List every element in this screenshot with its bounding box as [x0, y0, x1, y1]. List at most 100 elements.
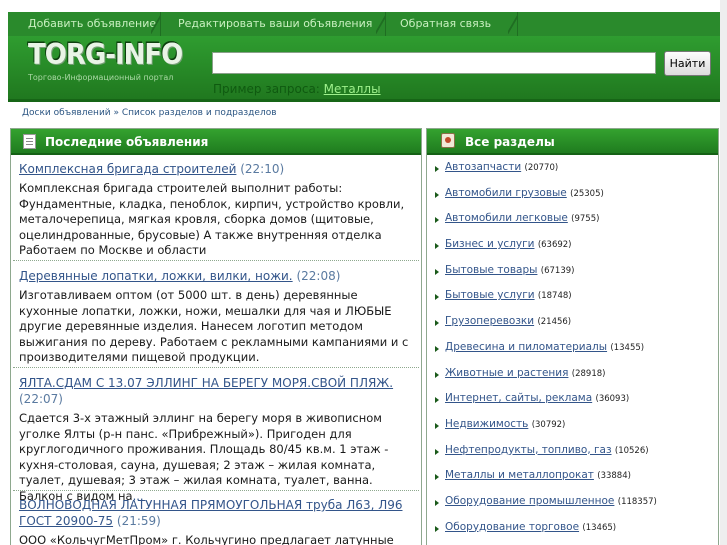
ad-title-link[interactable]: Деревянные лопатки, ложки, вилки, ножи. — [19, 269, 293, 283]
ad-text-body: Сдается 3-х этажный эллинг на берегу мор… — [19, 411, 389, 503]
tab-edit-ads[interactable]: Редактировать ваши объявления — [166, 12, 386, 36]
search-input[interactable] — [212, 52, 656, 74]
section-link[interactable]: Нефтепродукты, топливо, газ — [445, 444, 612, 456]
bullet-arrow-icon — [435, 345, 439, 352]
section-count: (36093) — [595, 394, 630, 405]
section-link[interactable]: Бытовые товары — [445, 264, 537, 276]
tab-feedback[interactable]: Обратная связь — [388, 12, 518, 36]
section-item: Оборудование торговое (13465) — [435, 521, 713, 545]
breadcrumb-current[interactable]: Список разделов и подразделов — [122, 108, 277, 118]
bullet-arrow-icon — [435, 499, 439, 506]
section-item: Автомобили грузовые (25305) — [435, 187, 713, 213]
latest-ads-header: Последние объявления — [11, 129, 421, 155]
section-count: (21456) — [537, 317, 572, 328]
bullet-arrow-icon — [435, 525, 439, 532]
section-item: Животные и растения (28918) — [435, 367, 713, 393]
section-count: (20770) — [524, 163, 559, 173]
section-item: Нефтепродукты, топливо, газ (10526) — [435, 444, 713, 470]
bullet-arrow-icon — [435, 243, 439, 250]
section-link[interactable]: Металлы и металлопрокат — [445, 469, 594, 481]
section-count: (28918) — [571, 368, 606, 379]
bullet-arrow-icon — [435, 191, 439, 198]
ad-item: Деревянные лопатки, ложки, вилки, ножи. … — [19, 268, 415, 366]
catalog-icon — [441, 133, 455, 148]
section-link[interactable]: Животные и растения — [445, 367, 568, 379]
section-link[interactable]: Оборудование торговое — [445, 521, 579, 533]
bullet-arrow-icon — [435, 294, 439, 301]
ad-title-link[interactable]: Комплексная бригада строителей — [19, 162, 236, 176]
search-button[interactable]: Найти — [664, 51, 711, 76]
breadcrumb-home-link[interactable]: Доски объявлений — [22, 108, 111, 118]
section-link[interactable]: Интернет, сайты, реклама — [445, 392, 592, 404]
ad-title-link[interactable]: ВОЛНОВОДНАЯ ЛАТУННАЯ ПРЯМОУГОЛЬНАЯ труба… — [19, 498, 403, 528]
section-item: Автозапчасти (20770) — [435, 161, 713, 187]
search-example-label: Пример запроса: — [213, 82, 320, 96]
latest-ads-panel: Последние объявления Комплексная бригада… — [10, 128, 422, 545]
section-link[interactable]: Грузоперевозки — [445, 315, 534, 327]
ad-separator — [13, 260, 419, 261]
section-link[interactable]: Автомобили грузовые — [445, 187, 567, 199]
section-count: (13465) — [582, 522, 617, 533]
ad-time: (22:10) — [240, 162, 285, 176]
ad-text: Изготавливаем оптом (от 5000 шт. в день)… — [19, 288, 409, 364]
section-item: Металлы и металлопрокат (33884) — [435, 469, 713, 495]
ad-time: (22:08) — [296, 269, 341, 283]
bullet-arrow-icon — [435, 217, 439, 224]
site-header: TORG-INFO Торгово-Информационный портал … — [8, 36, 720, 102]
page-scrollbar[interactable] — [720, 0, 727, 545]
ad-text: Комплексная бригада строителей выполнит … — [19, 181, 405, 257]
logo-subtitle: Торгово-Информационный портал — [28, 73, 174, 82]
section-count: (10526) — [614, 445, 649, 456]
all-sections-title: Все разделы — [465, 135, 555, 149]
breadcrumb-separator: » — [110, 108, 122, 118]
section-item: Бизнес и услуги (63692) — [435, 238, 713, 264]
section-count: (13455) — [610, 342, 645, 353]
site-logo[interactable]: TORG-INFO — [28, 39, 183, 72]
section-count: (25305) — [570, 188, 604, 199]
section-count: (67139) — [540, 265, 575, 276]
bullet-arrow-icon — [435, 474, 439, 481]
breadcrumb: Доски объявлений » Список разделов и под… — [22, 108, 277, 118]
ad-item: ВОЛНОВОДНАЯ ЛАТУННАЯ ПРЯМОУГОЛЬНАЯ труба… — [19, 497, 415, 545]
tab-add-ad[interactable]: Добавить объявление — [16, 12, 161, 36]
ad-item: Комплексная бригада строителей (22:10) К… — [19, 161, 415, 259]
section-link[interactable]: Бытовые услуги — [445, 289, 535, 301]
section-item: Грузоперевозки (21456) — [435, 315, 713, 341]
ad-title-link[interactable]: ЯЛТА.СДАМ С 13.07 ЭЛЛИНГ НА БЕРЕГУ МОРЯ.… — [19, 376, 393, 390]
section-item: Оборудование промышленное (118357) — [435, 495, 713, 521]
sections-list: Автозапчасти (20770) Автомобили грузовые … — [435, 161, 713, 545]
ad-text: ООО «КольчугМетПром» г. Кольчугино предл… — [19, 533, 394, 545]
top-navigation-tabs: Добавить объявление Редактировать ваши о… — [8, 12, 720, 36]
ad-time: (21:59) — [116, 514, 161, 528]
document-icon — [23, 134, 36, 149]
search-example: Пример запроса: Металлы — [213, 82, 381, 96]
section-item: Бытовые услуги (18748) — [435, 289, 713, 315]
latest-ads-title: Последние объявления — [45, 135, 209, 149]
section-link[interactable]: Автозапчасти — [445, 161, 521, 173]
section-item: Автомобили легковые (9755) — [435, 212, 713, 238]
section-count: (9755) — [571, 214, 600, 225]
section-link[interactable]: Древесина и пиломатериалы — [445, 341, 607, 353]
section-item: Бытовые товары (67139) — [435, 264, 713, 290]
bullet-arrow-icon — [435, 448, 439, 455]
bullet-arrow-icon — [435, 422, 439, 429]
section-item: Интернет, сайты, реклама (36093) — [435, 392, 713, 418]
bullet-arrow-icon — [435, 320, 439, 327]
bullet-arrow-icon — [435, 268, 439, 275]
section-count: (30792) — [531, 419, 566, 430]
section-count: (118357) — [617, 496, 657, 507]
all-sections-panel: Все разделы Автозапчасти (20770) Автомоби… — [426, 128, 719, 545]
section-link[interactable]: Недвижимость — [445, 418, 528, 430]
bullet-arrow-icon — [435, 397, 439, 404]
section-item: Недвижимость (30792) — [435, 418, 713, 444]
section-link[interactable]: Оборудование промышленное — [445, 495, 614, 507]
section-link[interactable]: Автомобили легковые — [445, 212, 568, 224]
search-example-link[interactable]: Металлы — [324, 82, 381, 96]
bullet-arrow-icon — [435, 371, 439, 378]
bullet-arrow-icon — [435, 166, 439, 172]
section-count: (18748) — [537, 291, 572, 302]
ad-item: ЯЛТА.СДАМ С 13.07 ЭЛЛИНГ НА БЕРЕГУ МОРЯ.… — [19, 375, 415, 504]
section-link[interactable]: Бизнес и услуги — [445, 238, 534, 250]
ad-separator — [13, 367, 419, 368]
section-count: (63692) — [537, 240, 572, 251]
